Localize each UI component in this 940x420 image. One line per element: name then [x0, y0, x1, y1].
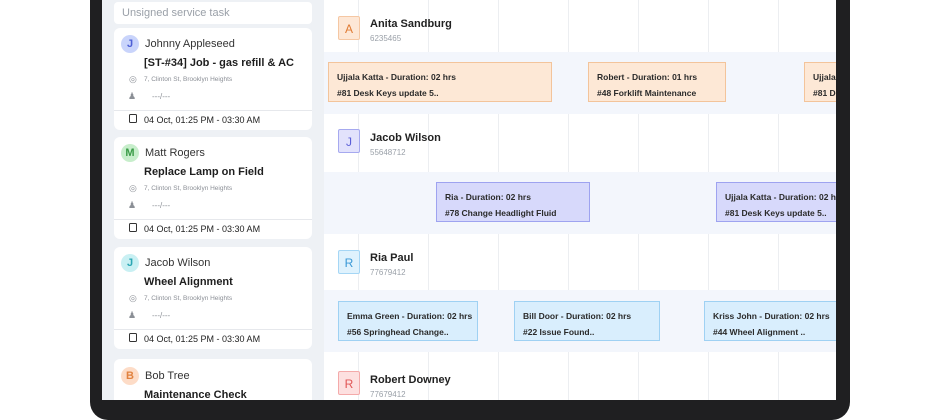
task-address: 7, Clinton St, Brooklyn Heights	[144, 295, 233, 302]
task-address: 7, Clinton St, Brooklyn Heights	[144, 76, 233, 83]
booking-technician: Ujjala Katta - Duration: 02 hrs	[337, 72, 457, 82]
worker-id: 77679412	[370, 390, 406, 399]
booking-block[interactable]: Ujjala Katta - Duration: 02 hrs #81 Desk…	[716, 182, 836, 222]
booking-task: #44 Wheel Alignment ..	[713, 327, 806, 337]
booking-task: #48 Forklift Maintenance	[597, 88, 697, 98]
task-assignee: ---/---	[152, 201, 171, 210]
unsigned-task-search[interactable]: Unsigned service task	[114, 2, 312, 24]
worker-avatar: R	[338, 371, 360, 395]
task-date: 04 Oct, 01:25 PM - 03:30 AM	[144, 115, 261, 125]
booking-block[interactable]: Bill Door - Duration: 02 hrs #22 Issue F…	[514, 301, 660, 341]
worker-name: Anita Sandburg	[370, 18, 452, 30]
task-title: Replace Lamp on Field	[144, 166, 264, 178]
task-card[interactable]: M Matt Rogers Replace Lamp on Field ◎ 7,…	[114, 137, 312, 239]
worker-avatar: R	[338, 250, 360, 274]
task-card[interactable]: J Jacob Wilson Wheel Alignment ◎ 7, Clin…	[114, 247, 312, 349]
person-icon: ♟	[128, 200, 137, 210]
booking-technician: Bill Door - Duration: 02 hrs	[523, 311, 632, 321]
task-date-bar: 04 Oct, 01:25 PM - 03:30 AM	[114, 219, 312, 238]
booking-block[interactable]: Emma Green - Duration: 02 hrs #56 Spring…	[338, 301, 478, 341]
avatar: J	[121, 35, 139, 53]
task-date: 04 Oct, 01:25 PM - 03:30 AM	[144, 334, 261, 344]
task-address: 7, Clinton St, Brooklyn Heights	[144, 185, 233, 192]
calendar-icon	[129, 333, 137, 342]
booking-task: #81 Desk Keys update 5..	[725, 208, 827, 218]
booking-block[interactable]: Ujjala Katta - Duration: 02 hrs #81 Desk…	[804, 62, 836, 102]
task-date-bar: 04 Oct, 01:25 PM - 03:30 AM	[114, 110, 312, 129]
booking-block[interactable]: Kriss John - Duration: 02 hrs #44 Wheel …	[704, 301, 836, 341]
task-assignee: ---/---	[152, 311, 171, 320]
booking-task: #56 Springhead Change..	[347, 327, 449, 337]
avatar: M	[121, 144, 139, 162]
task-date: 04 Oct, 01:25 PM - 03:30 AM	[144, 224, 261, 234]
schedule-board: A Anita Sandburg 6235465 Ujjala Katta - …	[324, 0, 836, 400]
person-icon: ♟	[128, 310, 137, 320]
booking-technician: Robert - Duration: 01 hrs	[597, 72, 698, 82]
worker-name: Robert Downey	[370, 374, 451, 386]
worker-id: 55648712	[370, 148, 406, 157]
booking-technician: Ria - Duration: 02 hrs	[445, 192, 531, 202]
calendar-icon	[129, 223, 137, 232]
task-assignee: ---/---	[152, 92, 171, 101]
avatar: J	[121, 254, 139, 272]
worker-id: 6235465	[370, 34, 402, 43]
task-title: Wheel Alignment	[144, 276, 233, 288]
avatar: B	[121, 367, 139, 385]
task-card[interactable]: J Johnny Appleseed [ST-#34] Job - gas re…	[114, 28, 312, 130]
worker-name: Jacob Wilson	[370, 132, 441, 144]
location-pin-icon: ◎	[129, 293, 137, 303]
unassigned-task-list: Unsigned service task J Johnny Appleseed…	[102, 0, 324, 400]
booking-technician: Ujjala Katta - Duration: 02 hrs	[725, 192, 836, 202]
worker-id: 77679412	[370, 268, 406, 277]
booking-technician: Ujjala Katta - Duration: 02 hrs	[813, 72, 836, 82]
booking-block[interactable]: Robert - Duration: 01 hrs #48 Forklift M…	[588, 62, 726, 102]
booking-block[interactable]: Ria - Duration: 02 hrs #78 Change Headli…	[436, 182, 590, 222]
task-customer-name: Bob Tree	[145, 370, 190, 382]
worker-avatar: J	[338, 129, 360, 153]
worker-avatar: A	[338, 16, 360, 40]
task-card[interactable]: B Bob Tree Maintenance Check	[114, 359, 312, 400]
task-title: [ST-#34] Job - gas refill & AC	[144, 57, 294, 69]
task-date-bar: 04 Oct, 01:25 PM - 03:30 AM	[114, 329, 312, 348]
booking-task: #81 Desk Keys update 5..	[813, 88, 836, 98]
booking-technician: Emma Green - Duration: 02 hrs	[347, 311, 473, 321]
booking-technician: Kriss John - Duration: 02 hrs	[713, 311, 830, 321]
booking-task: #78 Change Headlight Fluid	[445, 208, 557, 218]
task-customer-name: Johnny Appleseed	[145, 38, 235, 50]
task-customer-name: Matt Rogers	[145, 147, 205, 159]
worker-name: Ria Paul	[370, 252, 414, 264]
location-pin-icon: ◎	[129, 183, 137, 193]
booking-task: #81 Desk Keys update 5..	[337, 88, 439, 98]
person-icon: ♟	[128, 91, 137, 101]
task-customer-name: Jacob Wilson	[145, 257, 211, 269]
booking-block[interactable]: Ujjala Katta - Duration: 02 hrs #81 Desk…	[328, 62, 552, 102]
booking-task: #22 Issue Found..	[523, 327, 595, 337]
app-screen: Unsigned service task J Johnny Appleseed…	[102, 0, 836, 400]
calendar-icon	[129, 114, 137, 123]
task-title: Maintenance Check	[144, 389, 247, 400]
location-pin-icon: ◎	[129, 74, 137, 84]
